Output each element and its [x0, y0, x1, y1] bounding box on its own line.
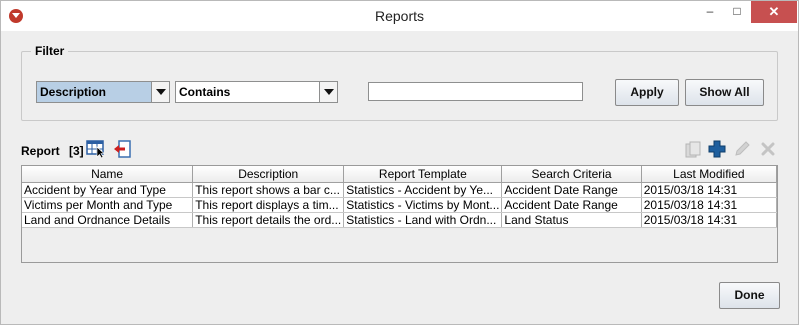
reports-window: Reports – □ ✕ Filter Description Contain…: [0, 0, 799, 325]
cell-last-modified[interactable]: 2015/03/18 14:31: [641, 212, 778, 228]
copy-icon[interactable]: [684, 141, 702, 159]
cell-report-template[interactable]: Statistics - Land with Ordn...: [343, 212, 503, 228]
table-row[interactable]: Accident by Year and Type This report sh…: [22, 182, 778, 198]
cell-last-modified[interactable]: 2015/03/18 14:31: [641, 182, 778, 198]
minimize-button[interactable]: –: [697, 1, 723, 23]
maximize-button[interactable]: □: [724, 1, 750, 23]
table-row[interactable]: Land and Ordnance Details This report de…: [22, 212, 778, 228]
chevron-down-icon[interactable]: [151, 82, 169, 102]
add-icon[interactable]: [708, 140, 726, 158]
window-title: Reports: [374, 8, 425, 24]
close-icon: ✕: [768, 4, 780, 19]
show-all-button[interactable]: Show All: [685, 79, 764, 106]
reports-table: Name Description Report Template Search …: [22, 166, 778, 228]
cell-name[interactable]: Land and Ordnance Details: [22, 212, 194, 228]
cell-last-modified[interactable]: 2015/03/18 14:31: [641, 197, 778, 213]
edit-icon[interactable]: [733, 140, 751, 158]
table-header-row: Name Description Report Template Search …: [22, 166, 778, 183]
close-button[interactable]: ✕: [751, 1, 797, 23]
column-header-report-template[interactable]: Report Template: [343, 166, 503, 183]
column-header-last-modified[interactable]: Last Modified: [641, 166, 778, 183]
field-select-value: Description: [37, 82, 151, 102]
table-select-icon[interactable]: [86, 140, 106, 159]
cell-description[interactable]: This report shows a bar c...: [192, 182, 345, 198]
column-header-description[interactable]: Description: [192, 166, 345, 183]
export-icon[interactable]: [112, 140, 132, 158]
cell-name[interactable]: Victims per Month and Type: [22, 197, 194, 213]
chevron-down-icon[interactable]: [319, 82, 337, 102]
report-label: Report: [21, 144, 60, 158]
column-header-name[interactable]: Name: [22, 166, 194, 183]
column-header-search-criteria[interactable]: Search Criteria: [501, 166, 642, 183]
reports-table-container: Name Description Report Template Search …: [21, 165, 778, 263]
done-button[interactable]: Done: [719, 282, 780, 309]
cell-name[interactable]: Accident by Year and Type: [22, 182, 194, 198]
filter-text-input[interactable]: [368, 82, 583, 101]
filter-legend: Filter: [31, 44, 69, 58]
cell-search-criteria[interactable]: Accident Date Range: [501, 197, 642, 213]
operator-select[interactable]: Contains: [175, 81, 338, 103]
field-select[interactable]: Description: [36, 81, 170, 103]
table-row[interactable]: Victims per Month and Type This report d…: [22, 197, 778, 213]
cell-description[interactable]: This report details the ord...: [192, 212, 345, 228]
cell-report-template[interactable]: Statistics - Victims by Mont...: [343, 197, 503, 213]
report-count: [3]: [69, 144, 84, 158]
cell-search-criteria[interactable]: Accident Date Range: [501, 182, 642, 198]
cell-report-template[interactable]: Statistics - Accident by Ye...: [343, 182, 503, 198]
title-bar[interactable]: Reports – □ ✕: [1, 1, 798, 31]
operator-select-value: Contains: [179, 85, 231, 99]
cell-search-criteria[interactable]: Land Status: [501, 212, 642, 228]
delete-icon[interactable]: [759, 140, 777, 158]
apply-button[interactable]: Apply: [615, 79, 679, 106]
cell-description[interactable]: This report displays a tim...: [192, 197, 345, 213]
